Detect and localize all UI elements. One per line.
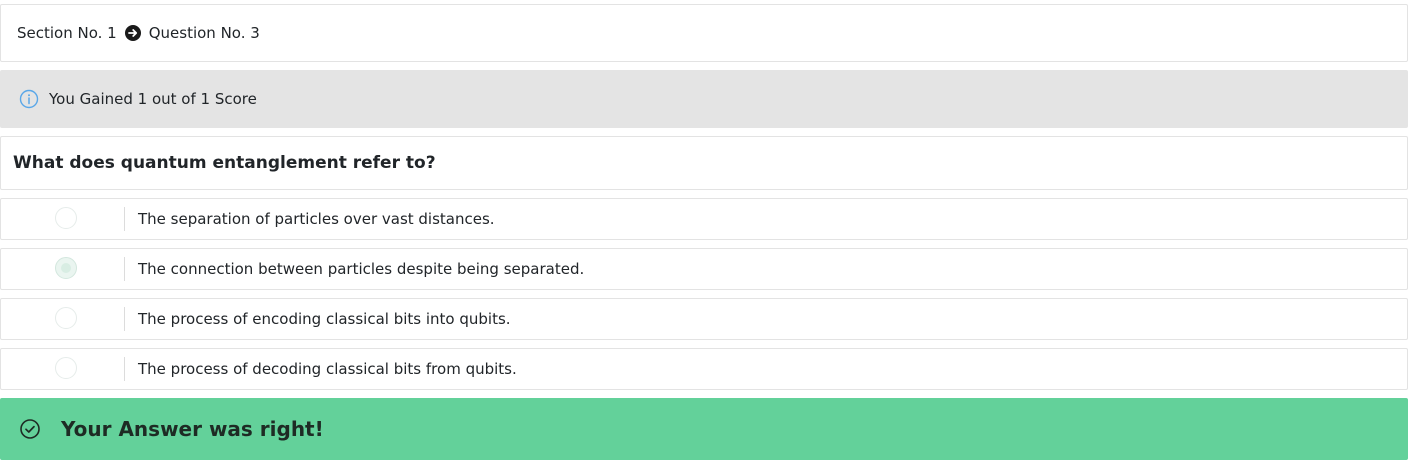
answer-label: The connection between particles despite… xyxy=(138,260,585,278)
answer-label: The separation of particles over vast di… xyxy=(138,210,495,228)
answer-option[interactable]: The process of encoding classical bits i… xyxy=(0,298,1408,340)
radio-cell xyxy=(1,357,125,381)
answer-radio[interactable] xyxy=(55,257,77,279)
answer-radio[interactable] xyxy=(55,207,77,229)
radio-cell xyxy=(1,207,125,231)
answer-option[interactable]: The separation of particles over vast di… xyxy=(0,198,1408,240)
answer-radio[interactable] xyxy=(55,307,77,329)
score-text: You Gained 1 out of 1 Score xyxy=(49,90,257,108)
radio-cell xyxy=(1,257,125,281)
arrow-circle-right-icon xyxy=(124,25,141,41)
breadcrumb: Section No. 1 Question No. 3 xyxy=(0,4,1408,62)
answer-option[interactable]: The process of decoding classical bits f… xyxy=(0,348,1408,390)
breadcrumb-section: Section No. 1 xyxy=(17,24,117,42)
breadcrumb-question: Question No. 3 xyxy=(148,24,260,42)
result-text: Your Answer was right! xyxy=(61,417,324,441)
question-text: What does quantum entanglement refer to? xyxy=(0,136,1408,190)
info-circle-icon xyxy=(19,89,39,109)
answer-label: The process of encoding classical bits i… xyxy=(138,310,511,328)
answer-radio[interactable] xyxy=(55,357,77,379)
score-alert: You Gained 1 out of 1 Score xyxy=(0,70,1408,128)
answer-label: The process of decoding classical bits f… xyxy=(138,360,517,378)
result-alert: Your Answer was right! xyxy=(0,398,1408,460)
radio-cell xyxy=(1,307,125,331)
check-circle-icon xyxy=(19,418,41,440)
answer-option[interactable]: The connection between particles despite… xyxy=(0,248,1408,290)
